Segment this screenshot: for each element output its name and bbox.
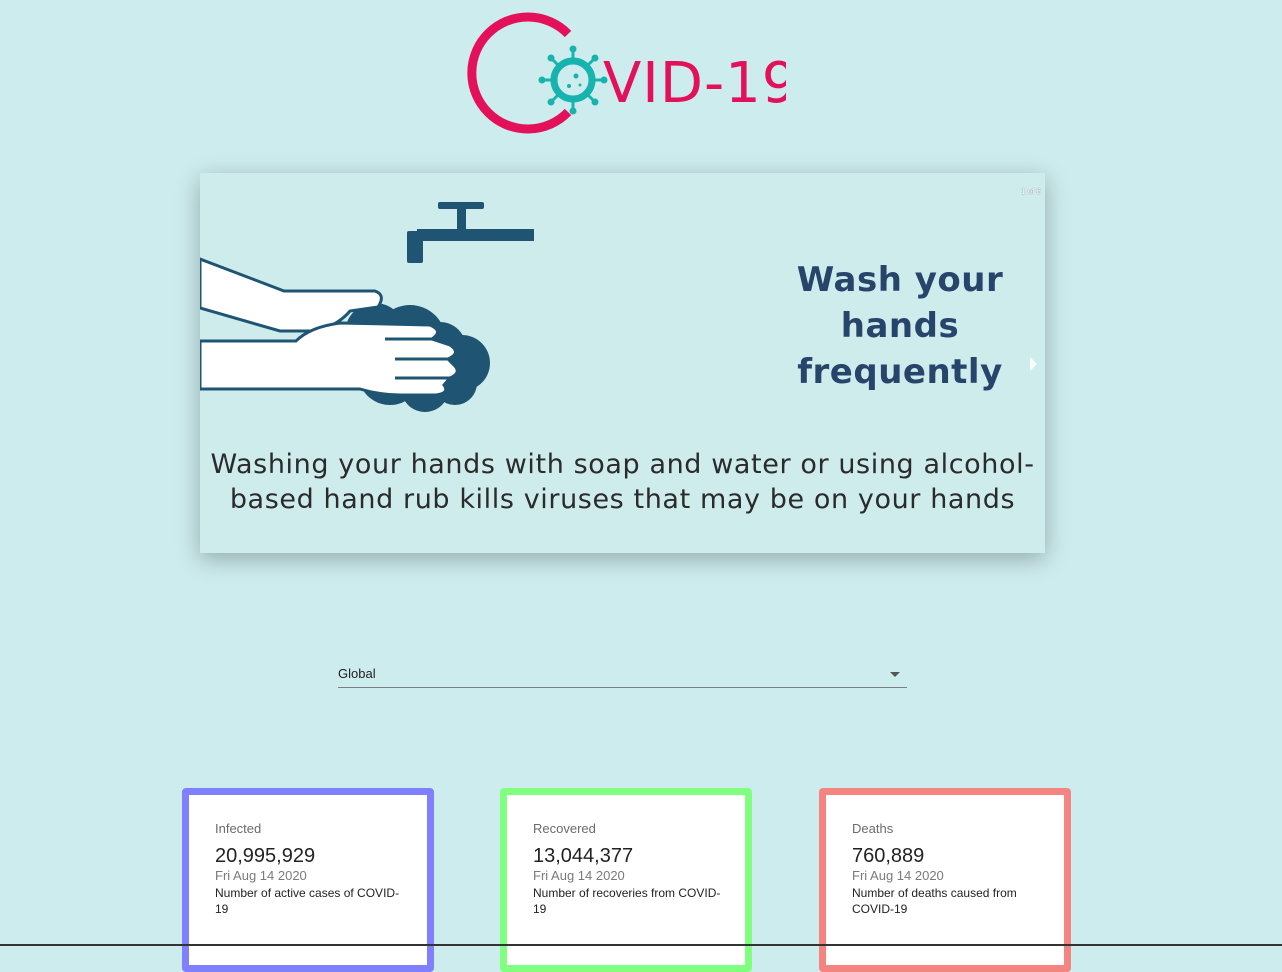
- covid-logo-graphic: VID-19: [467, 12, 786, 134]
- card-description: Number of deaths caused from COVID-19: [852, 886, 1017, 916]
- card-value: 760,889: [852, 845, 925, 867]
- slide-counter: 1 of 6: [1020, 187, 1041, 196]
- card-value: 13,044,377: [533, 845, 634, 867]
- slide-title: Wash your hands frequently: [796, 260, 1004, 392]
- card-label: Recovered: [533, 821, 596, 836]
- country-select[interactable]: Global: [338, 662, 907, 688]
- card-value: 20,995,929: [215, 845, 316, 867]
- card-label: Deaths: [852, 821, 894, 836]
- slide-description: Washing your hands with soap and water o…: [210, 449, 1035, 515]
- next-slide-arrow-icon[interactable]: [1030, 357, 1037, 371]
- card-date: Fri Aug 14 2020: [215, 868, 307, 883]
- faucet-icon: [407, 202, 534, 263]
- card-date: Fri Aug 14 2020: [852, 868, 944, 883]
- country-select-value: Global: [338, 666, 376, 681]
- tips-carousel[interactable]: Wash your hands frequently Washing your …: [200, 173, 1045, 553]
- card-date: Fri Aug 14 2020: [533, 868, 625, 883]
- caret-down-icon[interactable]: [890, 672, 900, 677]
- card-description: Number of active cases of COVID-19: [215, 886, 400, 916]
- logo-text: VID-19: [603, 51, 786, 116]
- lower-hand-icon: [200, 321, 459, 397]
- covid-logo: VID-19: [466, 12, 786, 137]
- card-label: Infected: [215, 821, 262, 836]
- virus-icon: [538, 45, 608, 115]
- card-description: Number of recoveries from COVID-19: [533, 886, 721, 916]
